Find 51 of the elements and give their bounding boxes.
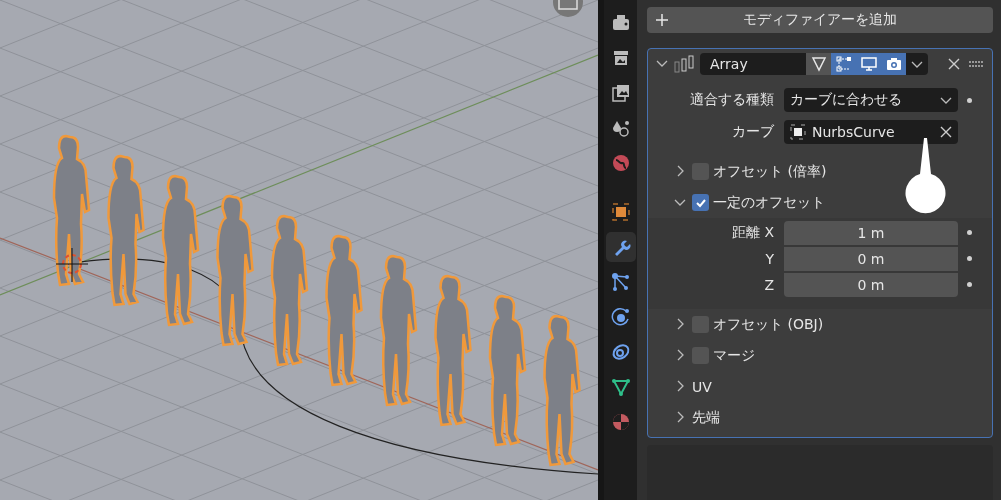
- section-label: 先端: [692, 408, 720, 427]
- keyframe-dot[interactable]: [967, 230, 972, 235]
- field-label: Y: [764, 250, 775, 267]
- drag-handle-icon[interactable]: [968, 60, 984, 68]
- plus-icon: [655, 13, 669, 27]
- keyframe-dot[interactable]: [967, 256, 972, 261]
- number-field[interactable]: 0 m: [784, 272, 958, 297]
- object-square-icon: [610, 202, 631, 222]
- 3d-cursor-icon: [55, 247, 89, 283]
- orbit-icon: [610, 307, 631, 327]
- checkbox[interactable]: [692, 194, 709, 211]
- keyframe-dot[interactable]: [967, 97, 972, 103]
- visibility-toggle[interactable]: [806, 53, 831, 75]
- dropdown-button[interactable]: [906, 53, 928, 75]
- field-label: 適合する種類: [689, 91, 775, 109]
- edit-mode-icon: [835, 56, 852, 72]
- section-label: UV: [692, 378, 712, 395]
- number-field[interactable]: 1 m: [784, 220, 958, 245]
- number-field[interactable]: 0 m: [784, 246, 958, 271]
- section-label: 一定のオフセット: [713, 193, 825, 212]
- image-stack-icon: [610, 83, 631, 103]
- camera-back-icon: [610, 13, 631, 33]
- monitor-icon: [860, 56, 877, 72]
- modifier-name-field[interactable]: Array: [700, 53, 806, 75]
- section-label: オフセット (倍率): [713, 162, 827, 181]
- camera-icon: [885, 56, 902, 72]
- add-modifier-button[interactable]: モディファイアーを追加: [647, 7, 993, 33]
- close-icon: [948, 58, 960, 70]
- triangle-mesh-icon: [610, 377, 631, 397]
- keyframe-dot[interactable]: [967, 282, 972, 287]
- drops-circle-icon: [610, 118, 631, 138]
- section-label: オフセット (OBJ): [713, 315, 824, 334]
- properties-tab[interactable]: [605, 232, 636, 262]
- object-square-icon: [790, 124, 806, 140]
- visibility-toggle[interactable]: [881, 53, 906, 75]
- nodes-icon: [610, 272, 631, 292]
- visibility-toggle[interactable]: [831, 53, 856, 75]
- pointer-pin-icon: [905, 138, 947, 214]
- globe-icon: [610, 153, 631, 173]
- close-icon: [940, 126, 952, 138]
- material-sphere-icon: [610, 412, 631, 432]
- vertex-triangle-icon: [810, 56, 827, 72]
- field-label: 距離 X: [730, 223, 775, 242]
- chain-link-icon: [610, 342, 631, 362]
- array-bars-icon: [674, 55, 696, 73]
- curve-object-field[interactable]: NurbsCurve: [784, 120, 958, 144]
- fit-type-dropdown[interactable]: カーブに合わせる: [784, 88, 958, 112]
- section-label: マージ: [713, 346, 755, 365]
- field-label: カーブ: [731, 123, 775, 141]
- grid-view-icon[interactable]: [553, 0, 583, 17]
- field-label: Z: [763, 276, 775, 293]
